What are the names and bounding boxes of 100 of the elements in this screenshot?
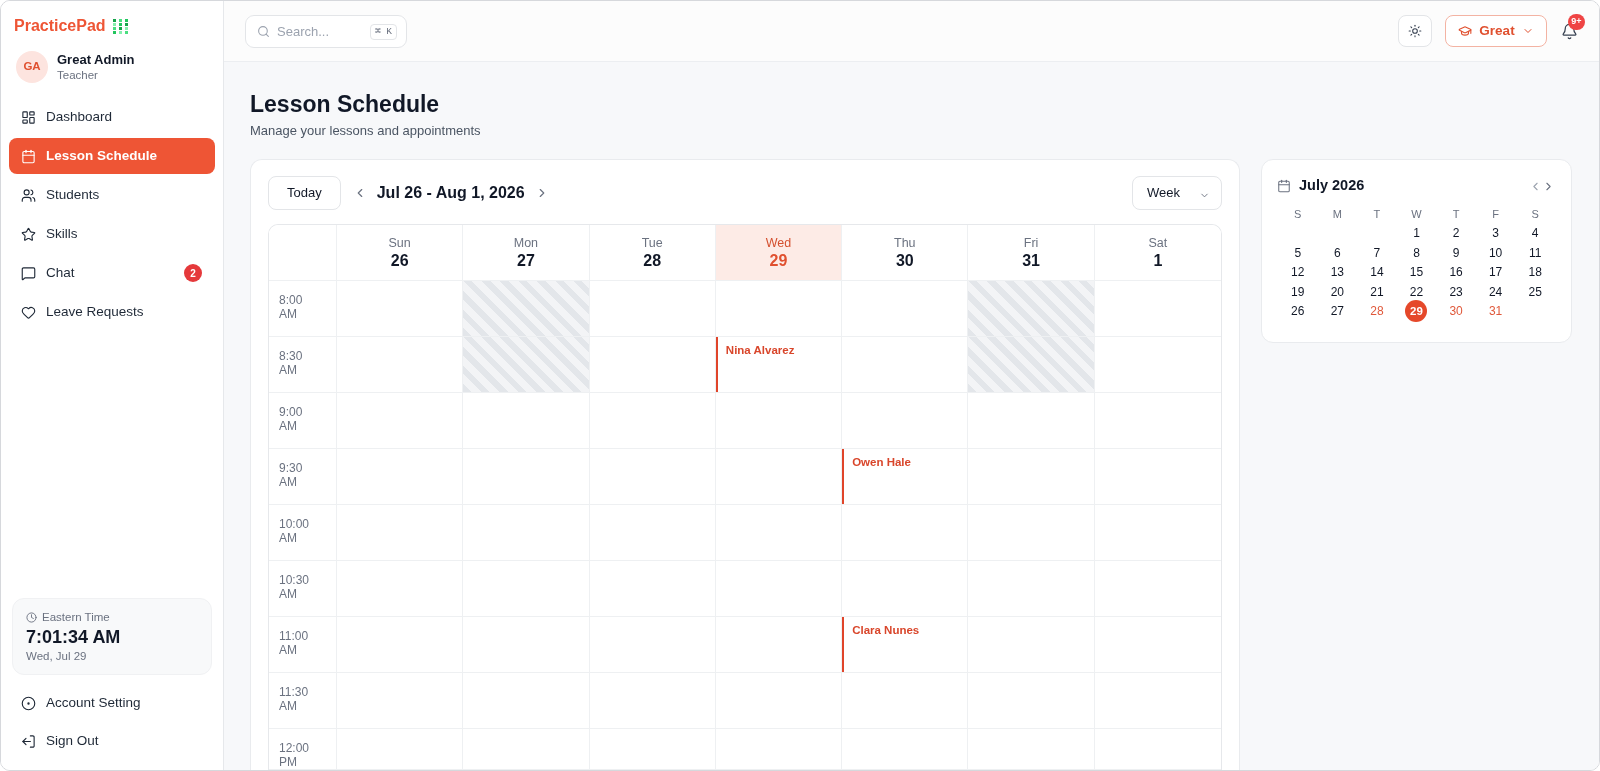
account-nav-item[interactable]: Account Setting xyxy=(9,685,215,721)
time-zone-label: Eastern Time xyxy=(42,610,110,625)
calendar-day[interactable]: 23 xyxy=(1445,282,1468,302)
time-slot[interactable] xyxy=(337,337,464,393)
page-subtitle: Manage your lessons and appointments xyxy=(250,122,482,140)
calendar-day[interactable]: 19 xyxy=(1286,282,1309,302)
time-slot[interactable] xyxy=(842,281,969,337)
unread-count-badge: 2 xyxy=(184,264,202,282)
time-slot[interactable] xyxy=(842,673,969,729)
calendar-day[interactable]: 12 xyxy=(1286,262,1309,282)
day-name: Sat xyxy=(1148,234,1168,251)
time-slot[interactable] xyxy=(337,393,464,449)
time-slot[interactable] xyxy=(715,729,843,770)
today-button[interactable]: Today xyxy=(268,176,341,210)
calendar-day[interactable]: 6 xyxy=(1326,243,1349,263)
shortcut-hint: ⌘ K xyxy=(369,23,397,40)
calendar-day[interactable]: 7 xyxy=(1365,243,1388,263)
view-select[interactable]: Week xyxy=(1132,176,1222,210)
time-slot[interactable] xyxy=(842,561,969,617)
bell-icon[interactable] xyxy=(1561,22,1578,40)
calendar-day[interactable]: 31 xyxy=(1484,301,1507,321)
time-slot[interactable] xyxy=(842,505,969,561)
weekday-label: S xyxy=(1294,206,1302,222)
time-label: 9:30 AM xyxy=(279,461,304,489)
time-slot[interactable] xyxy=(589,337,716,393)
account-nav-item[interactable]: Sign Out xyxy=(9,723,215,759)
calendar-day[interactable]: 3 xyxy=(1484,223,1507,243)
time-slot[interactable] xyxy=(715,393,843,449)
calendar-day[interactable]: 8 xyxy=(1405,243,1428,263)
calendar-day[interactable]: 26 xyxy=(1286,301,1309,321)
day-name: Thu xyxy=(894,234,916,251)
nav-item[interactable]: Chat 2 xyxy=(9,255,215,291)
day-name: Tue xyxy=(641,234,663,251)
calendar-day[interactable]: 17 xyxy=(1484,262,1507,282)
nav-item[interactable]: Dashboard xyxy=(9,99,215,135)
time-slot[interactable] xyxy=(463,393,590,449)
time-slot[interactable] xyxy=(842,393,969,449)
weekday-label: W xyxy=(1411,206,1422,222)
nav-item[interactable]: Skills xyxy=(9,216,215,252)
day-date: 28 xyxy=(643,250,662,271)
theme-toggle-button[interactable] xyxy=(1398,15,1432,47)
calendar-day[interactable]: 11 xyxy=(1524,243,1547,263)
calendar-day[interactable]: 28 xyxy=(1365,301,1388,321)
time-slot[interactable] xyxy=(715,673,843,729)
clock-icon xyxy=(26,612,37,623)
calendar-day[interactable]: 21 xyxy=(1365,282,1388,302)
time-slot[interactable] xyxy=(589,393,716,449)
nav-item[interactable]: Leave Requests xyxy=(9,294,215,330)
time-slot[interactable] xyxy=(842,729,969,770)
calendar-day[interactable]: 5 xyxy=(1286,243,1309,263)
calendar-icon xyxy=(21,148,36,164)
calendar-day[interactable]: 1 xyxy=(1405,223,1428,243)
calendar-day[interactable]: 9 xyxy=(1445,243,1468,263)
time-slot[interactable] xyxy=(337,281,464,337)
time-slot[interactable] xyxy=(968,393,1095,449)
calendar-day[interactable]: 29 xyxy=(1405,300,1428,323)
user-name: Great Admin xyxy=(57,52,135,68)
calendar-day[interactable]: 13 xyxy=(1326,262,1349,282)
calendar-day[interactable]: 30 xyxy=(1445,301,1468,321)
calendar-day[interactable]: 18 xyxy=(1524,262,1547,282)
graduation-cap-icon xyxy=(1458,24,1473,38)
day-name: Wed xyxy=(765,234,792,251)
time-slot[interactable] xyxy=(715,281,843,337)
calendar-day[interactable]: 4 xyxy=(1524,223,1547,243)
time-slot[interactable] xyxy=(715,449,843,505)
calendar-day[interactable]: 22 xyxy=(1405,282,1428,302)
nav-item[interactable]: Lesson Schedule xyxy=(9,138,215,174)
time-label: 9:00 AM xyxy=(279,405,304,433)
time-slot[interactable] xyxy=(589,281,716,337)
heart-icon xyxy=(21,304,36,320)
calendar-day[interactable]: 2 xyxy=(1445,223,1468,243)
date-range-title: Jul 26 - Aug 1, 2026 xyxy=(376,183,525,203)
time-label: 10:00 AM xyxy=(279,517,311,545)
calendar-day[interactable]: 27 xyxy=(1326,301,1349,321)
search-icon xyxy=(257,24,270,38)
time-slot[interactable] xyxy=(589,729,716,770)
calendar-day[interactable]: 20 xyxy=(1326,282,1349,302)
calendar-day[interactable]: 16 xyxy=(1445,262,1468,282)
time-slot[interactable] xyxy=(337,729,464,770)
sun-icon xyxy=(1408,24,1422,38)
user-avatar: GA xyxy=(16,51,48,83)
time-slot[interactable] xyxy=(842,337,969,393)
circle-dot-icon xyxy=(21,695,36,711)
current-date: Wed, Jul 29 xyxy=(26,649,88,664)
day-date: 27 xyxy=(517,250,535,271)
time-slot[interactable] xyxy=(968,729,1095,770)
chat-bubble-icon xyxy=(21,265,36,281)
time-slot[interactable] xyxy=(463,729,590,770)
calendar-day[interactable]: 14 xyxy=(1365,262,1388,282)
calendar-day[interactable]: 24 xyxy=(1484,282,1507,302)
time-label: 8:00 AM xyxy=(279,293,304,321)
profile-menu-button[interactable]: Great xyxy=(1445,15,1547,47)
calendar-day[interactable]: 10 xyxy=(1484,243,1507,263)
time-slot[interactable] xyxy=(715,505,843,561)
time-slot[interactable] xyxy=(715,561,843,617)
time-slot[interactable] xyxy=(715,617,843,673)
nav-item[interactable]: Students xyxy=(9,177,215,213)
calendar-day[interactable]: 15 xyxy=(1405,262,1428,282)
calendar-day[interactable]: 25 xyxy=(1524,282,1547,302)
time-label: 11:30 AM xyxy=(279,685,310,713)
